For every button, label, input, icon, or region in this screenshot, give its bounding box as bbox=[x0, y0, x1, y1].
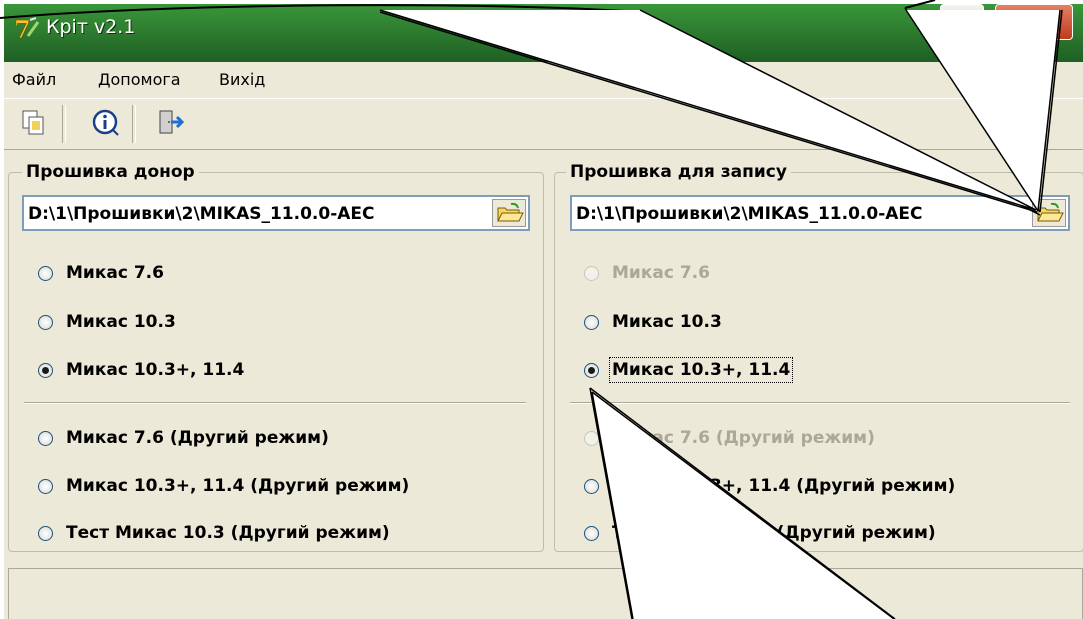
restore-button[interactable] bbox=[940, 4, 984, 40]
radio-label: Микас 10.3+, 11.4 (Другий режим) bbox=[612, 476, 956, 496]
donor-path-text: D:\1\Прошивки\2\MIKAS_11.0.0-AEC bbox=[28, 204, 375, 224]
radio-label: Микас 7.6 (Другий режим) bbox=[66, 428, 329, 448]
donor-path-field[interactable]: D:\1\Прошивки\2\MIKAS_11.0.0-AEC bbox=[22, 195, 530, 231]
radio-button bbox=[584, 266, 599, 281]
svg-text:7: 7 bbox=[14, 16, 31, 42]
restore-icon bbox=[955, 15, 969, 29]
title-bar: 7 Кріт v2.1 bbox=[4, 0, 1083, 62]
radio-label: Микас 10.3 bbox=[612, 312, 722, 332]
radio-label: Тест Микас 10.3 (Другий режим) bbox=[612, 523, 936, 543]
radio-button[interactable] bbox=[38, 315, 53, 330]
radio-label: Микас 10.3 bbox=[66, 312, 176, 332]
radio-button[interactable] bbox=[38, 431, 53, 446]
close-button[interactable] bbox=[995, 4, 1073, 40]
open-folder-icon bbox=[497, 202, 524, 222]
status-bar bbox=[8, 568, 1083, 619]
radio-button bbox=[584, 431, 599, 446]
toolbar bbox=[4, 98, 1083, 150]
app-window: 7 Кріт v2.1 Файл Допомога Вихід Прошивка… bbox=[4, 0, 1083, 619]
radio-label: Микас 7.6 bbox=[66, 263, 164, 283]
donor-open-button[interactable] bbox=[492, 199, 526, 227]
radio-button[interactable] bbox=[584, 363, 599, 378]
toolbar-separator bbox=[132, 105, 136, 143]
window-title: Кріт v2.1 bbox=[46, 16, 136, 38]
copy-document-icon[interactable] bbox=[18, 107, 50, 139]
radio-label: Микас 10.3+, 11.4 bbox=[608, 357, 794, 383]
donor-group-label: Прошивка донор bbox=[22, 162, 199, 182]
exit-door-icon[interactable] bbox=[154, 107, 186, 139]
top-white-strip bbox=[0, 0, 1083, 4]
radio-button[interactable] bbox=[38, 479, 53, 494]
radio-button[interactable] bbox=[584, 526, 599, 541]
radio-button[interactable] bbox=[584, 479, 599, 494]
radio-label: Микас 7.6 bbox=[612, 263, 710, 283]
open-folder-icon bbox=[1037, 202, 1064, 222]
radio-label: Тест Микас 10.3 (Другий режим) bbox=[66, 523, 390, 543]
target-open-button[interactable] bbox=[1032, 199, 1066, 227]
donor-separator bbox=[24, 402, 526, 404]
radio-label: Микас 10.3+, 11.4 (Другий режим) bbox=[66, 476, 410, 496]
radio-button[interactable] bbox=[38, 526, 53, 541]
target-separator bbox=[570, 402, 1070, 404]
info-icon[interactable] bbox=[90, 107, 122, 139]
radio-button[interactable] bbox=[584, 315, 599, 330]
target-path-field[interactable]: D:\1\Прошивки\2\MIKAS_11.0.0-AEC bbox=[570, 195, 1070, 231]
close-icon bbox=[1025, 13, 1043, 31]
target-group-label: Прошивка для запису bbox=[566, 162, 791, 182]
menu-file[interactable]: Файл bbox=[12, 70, 56, 89]
menu-bar: Файл Допомога Вихід bbox=[4, 62, 1083, 96]
menu-exit[interactable]: Вихід bbox=[219, 70, 265, 89]
app-logo-icon: 7 bbox=[14, 16, 40, 42]
radio-button[interactable] bbox=[38, 363, 53, 378]
radio-label: Микас 7.6 (Другий режим) bbox=[612, 428, 875, 448]
radio-label: Микас 10.3+, 11.4 bbox=[66, 360, 245, 380]
toolbar-separator bbox=[62, 105, 66, 143]
radio-button[interactable] bbox=[38, 266, 53, 281]
menu-help[interactable]: Допомога bbox=[98, 70, 181, 89]
target-path-text: D:\1\Прошивки\2\MIKAS_11.0.0-AEC bbox=[576, 204, 923, 224]
